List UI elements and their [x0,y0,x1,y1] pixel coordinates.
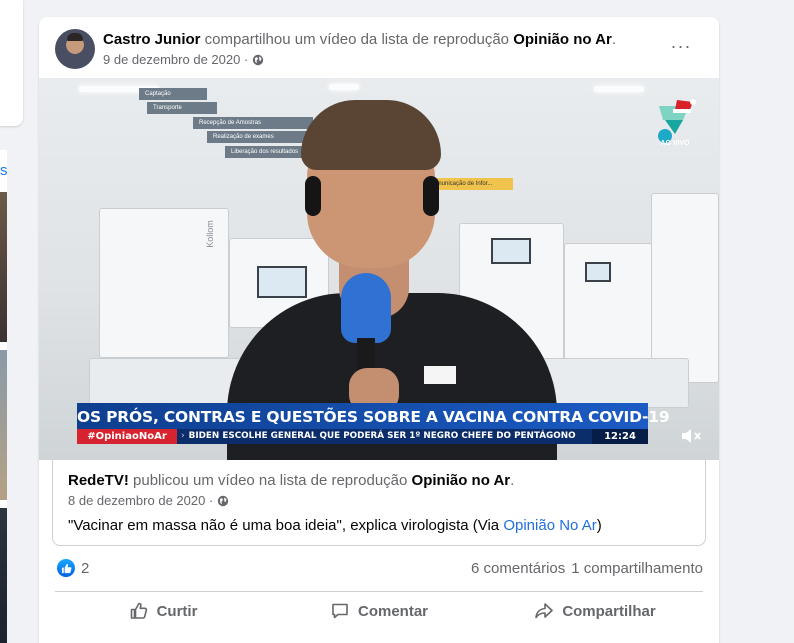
shared-attachment[interactable]: RedeTV! publicou um vídeo na lista de re… [52,460,706,546]
share-label: Compartilhar [562,602,656,620]
left-thumbnail-1[interactable] [0,192,7,342]
ticker-text: › BIDEN ESCOLHE GENERAL QUE PODERÁ SER 1º… [181,429,581,444]
shared-caption: "Vacinar em massa não é uma boa ideia", … [68,517,602,534]
flow-label: Captação [139,88,207,100]
post-actions: Curtir Comentar Compartilhar [55,595,703,627]
hashtag-badge: #OpiniaoNoAr [77,429,177,444]
ticker-marker: › [181,431,185,441]
ceiling-light [594,86,644,92]
thumbs-up-icon [130,602,147,619]
post-meta: 9 de dezembro de 2020 · [103,52,264,67]
like-label: Curtir [156,602,198,620]
ticker-clock: 12:24 [592,429,648,444]
video-headline-bar: OS PRÓS, CONTRAS E QUESTÕES SOBRE A VACI… [77,403,670,431]
avatar[interactable] [55,29,95,69]
mute-icon[interactable] [680,428,702,444]
machine-brand: Kollom [204,220,215,248]
feed-post: Castro Junior compartilhou um vídeo da l… [39,17,719,643]
share-count[interactable]: 1 compartilhamento [571,560,703,577]
caption-link[interactable]: Opinião No Ar [503,517,596,534]
shared-page-name[interactable]: RedeTV! [68,472,129,489]
globe-icon [253,54,264,65]
headset [305,176,321,216]
ceiling-light [329,84,359,90]
like-reaction-icon [57,559,75,577]
playlist-link[interactable]: Opinião no Ar [513,31,612,48]
left-sidebar-letter[interactable]: s [0,162,8,179]
flow-label: Transporte [147,102,217,114]
left-thumbnail-2[interactable] [0,350,7,500]
comment-button[interactable]: Comentar [271,595,487,627]
reaction-summary[interactable]: 2 [57,559,89,577]
comment-label: Comentar [357,602,428,620]
left-thumbnail-3[interactable] [0,508,7,643]
more-options-button[interactable]: ··· [669,37,693,61]
shared-action-text: publicou um vídeo na lista de reprodução [128,472,412,489]
video-player[interactable]: Captação Transporte Recepção de Amostras… [39,78,719,460]
microphone [341,273,391,343]
engagement-counts: 6 comentários 1 compartilhamento [471,560,703,577]
lab-monitor [491,238,531,264]
post-action-text: compartilhou um vídeo da lista de reprod… [200,31,514,48]
comment-icon [332,603,348,619]
shared-date[interactable]: 8 de dezembro de 2020 · [68,493,213,508]
share-icon [535,603,554,619]
reporter-hair [301,100,441,170]
share-button[interactable]: Compartilhar [487,595,703,627]
lab-machine: Kollom [99,208,229,358]
reaction-count: 2 [81,559,90,577]
shared-playlist-link[interactable]: Opinião no Ar [412,472,511,489]
lab-monitor [257,266,307,298]
divider [55,591,703,592]
left-sidebar-strip: s [0,150,8,643]
news-ticker: #OpiniaoNoAr › BIDEN ESCOLHE GENERAL QUE … [77,429,648,444]
caption-close: ) [596,517,602,534]
shared-headline: RedeTV! publicou um vídeo na lista de re… [68,472,514,489]
headline-period: . [611,31,616,48]
like-button[interactable]: Curtir [55,595,271,627]
ticker-headline: BIDEN ESCOLHE GENERAL QUE PODERÁ SER 1º … [188,431,576,441]
shared-meta: 8 de dezembro de 2020 · [68,493,229,508]
post-date[interactable]: 9 de dezembro de 2020 · [103,52,248,67]
comment-count[interactable]: 6 comentários [471,560,565,577]
lab-machine [651,193,719,383]
post-header: Castro Junior compartilhou um vídeo da l… [55,29,703,69]
caption-quote: "Vacinar em massa não é uma boa ideia", … [68,517,504,534]
flow-label: Recepção de Amostras [193,117,313,129]
lab-monitor [585,262,611,282]
left-sidebar-card [0,0,23,126]
post-headline: Castro Junior compartilhou um vídeo da l… [103,31,616,48]
author-name[interactable]: Castro Junior [103,31,201,48]
flow-label: Realização de exames [207,131,317,143]
headset [423,176,439,216]
globe-icon [218,495,229,506]
shared-period: . [510,472,515,489]
shirt-tag [424,366,456,384]
live-label: AO VIVO [660,140,690,147]
